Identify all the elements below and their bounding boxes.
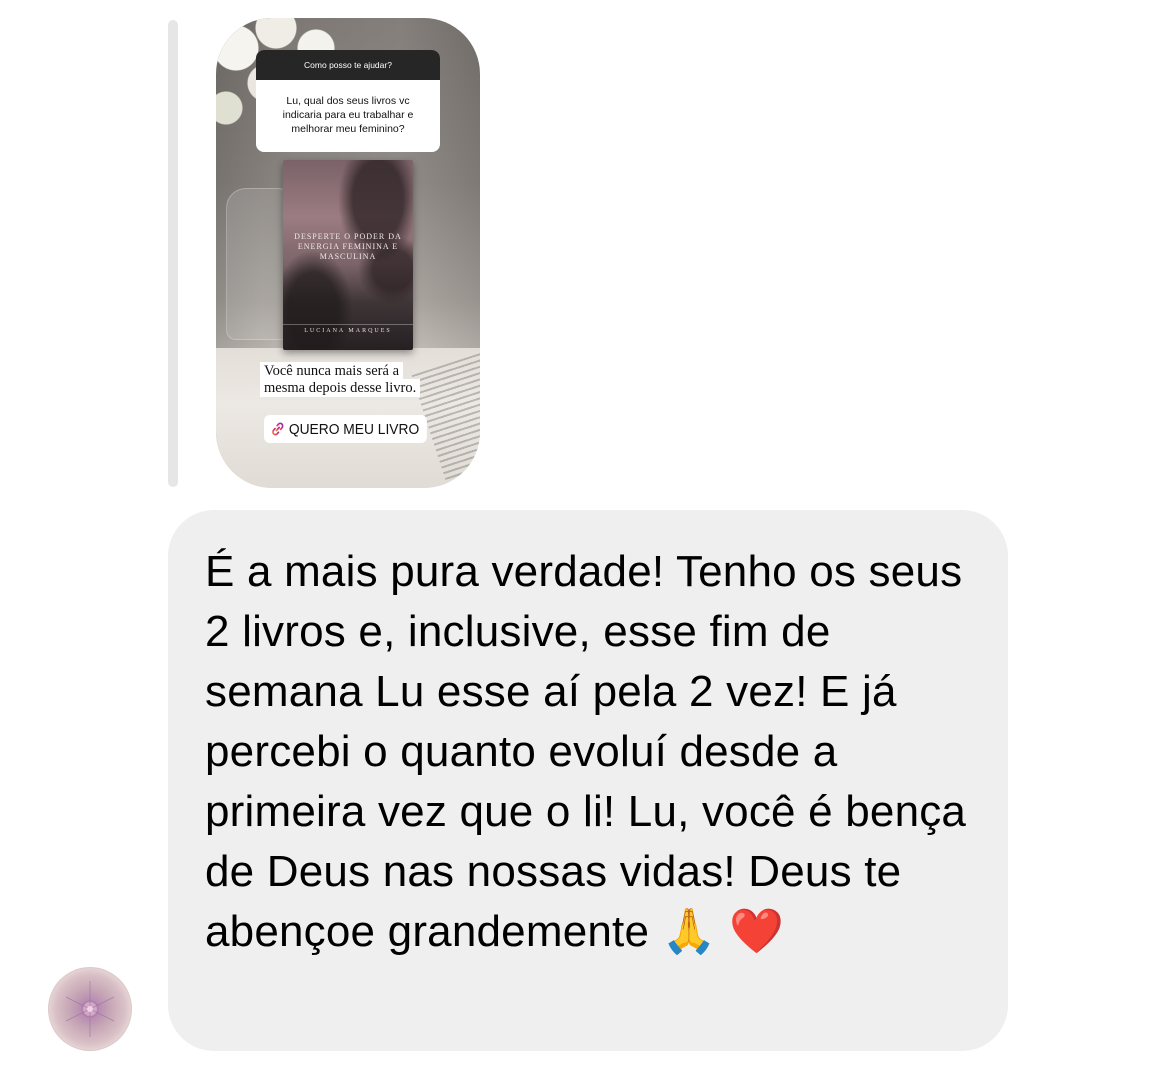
link-sticker[interactable]: QUERO MEU LIVRO: [264, 415, 427, 443]
question-sticker: Como posso te ajudar? Lu, qual dos seus …: [256, 50, 440, 152]
book-author: LUCIANA MARQUES: [304, 328, 392, 334]
message-bubble[interactable]: É a mais pura verdade! Tenho os seus 2 l…: [168, 510, 1008, 1051]
question-text: Lu, qual dos seus livros vc indicaria pa…: [282, 95, 414, 135]
book-divider: [283, 324, 413, 325]
question-header: Como posso te ajudar?: [256, 50, 440, 80]
link-label: QUERO MEU LIVRO: [288, 420, 420, 438]
story-caption-text: Você nunca mais será a mesma depois dess…: [260, 362, 421, 397]
avatar[interactable]: [48, 967, 132, 1051]
message-text: É a mais pura verdade! Tenho os seus 2 l…: [205, 547, 979, 956]
book-title: DESPERTE O PODER DA ENERGIA FEMININA E M…: [294, 232, 402, 261]
reply-indicator-bar: [168, 20, 178, 487]
story-reply-preview[interactable]: Como posso te ajudar? Lu, qual dos seus …: [216, 18, 480, 488]
link-icon: [272, 422, 284, 436]
book-cover: DESPERTE O PODER DA ENERGIA FEMININA E M…: [283, 160, 413, 350]
avatar-mandala-icon: [65, 981, 115, 1037]
story-caption: Você nunca mais será a mesma depois dess…: [260, 362, 442, 397]
